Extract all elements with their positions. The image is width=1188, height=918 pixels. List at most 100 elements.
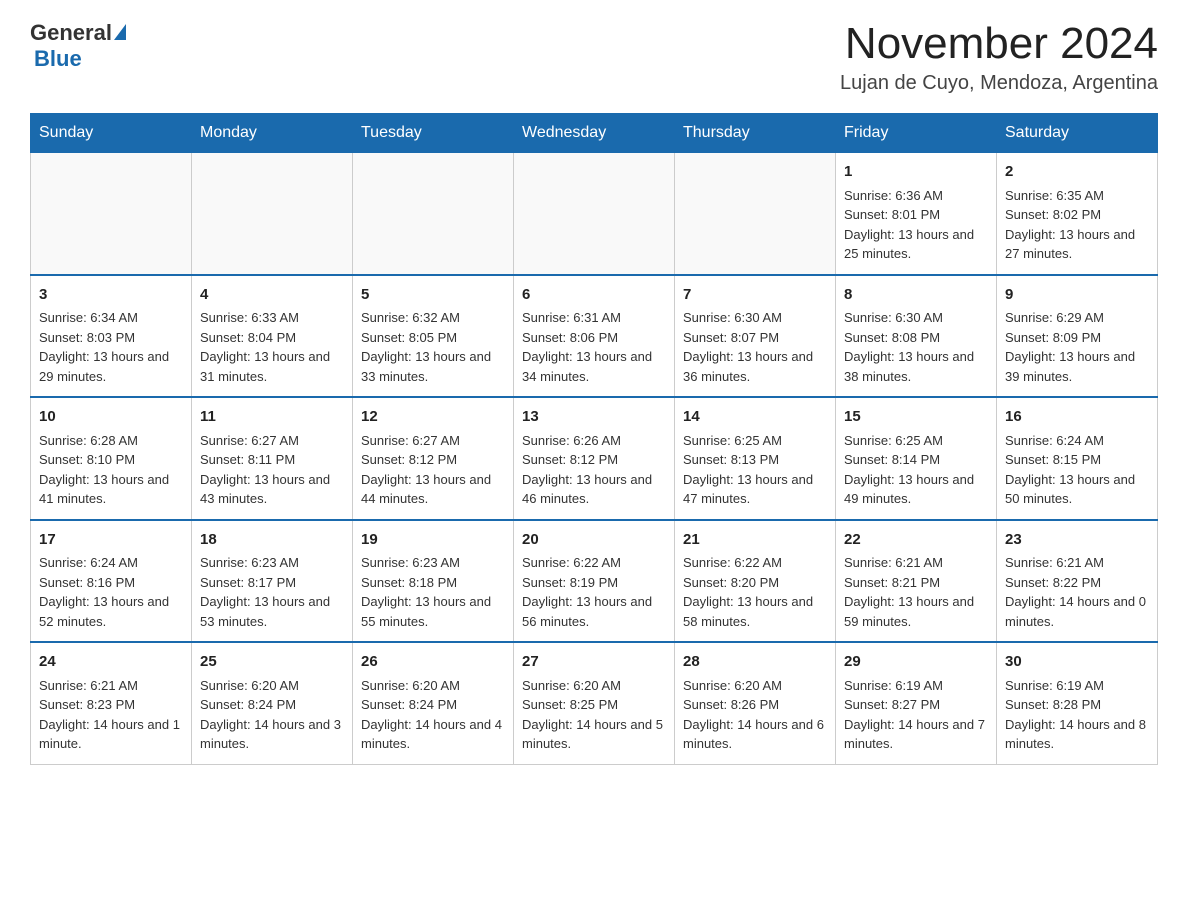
- calendar-cell: 11Sunrise: 6:27 AM Sunset: 8:11 PM Dayli…: [192, 397, 353, 520]
- day-info: Sunrise: 6:21 AM Sunset: 8:22 PM Dayligh…: [1005, 553, 1149, 631]
- day-info: Sunrise: 6:20 AM Sunset: 8:26 PM Dayligh…: [683, 676, 827, 754]
- calendar-week-row: 1Sunrise: 6:36 AM Sunset: 8:01 PM Daylig…: [31, 153, 1158, 275]
- location-title: Lujan de Cuyo, Mendoza, Argentina: [840, 72, 1158, 95]
- day-number: 22: [844, 529, 988, 552]
- day-info: Sunrise: 6:20 AM Sunset: 8:25 PM Dayligh…: [522, 676, 666, 754]
- day-number: 5: [361, 284, 505, 307]
- calendar-cell: 23Sunrise: 6:21 AM Sunset: 8:22 PM Dayli…: [997, 520, 1158, 643]
- day-info: Sunrise: 6:20 AM Sunset: 8:24 PM Dayligh…: [361, 676, 505, 754]
- day-info: Sunrise: 6:32 AM Sunset: 8:05 PM Dayligh…: [361, 308, 505, 386]
- day-number: 20: [522, 529, 666, 552]
- calendar-cell: 1Sunrise: 6:36 AM Sunset: 8:01 PM Daylig…: [836, 153, 997, 275]
- day-info: Sunrise: 6:19 AM Sunset: 8:27 PM Dayligh…: [844, 676, 988, 754]
- day-info: Sunrise: 6:27 AM Sunset: 8:11 PM Dayligh…: [200, 431, 344, 509]
- day-number: 26: [361, 651, 505, 674]
- day-info: Sunrise: 6:30 AM Sunset: 8:07 PM Dayligh…: [683, 308, 827, 386]
- logo: General Blue: [30, 20, 126, 72]
- day-number: 24: [39, 651, 183, 674]
- day-number: 27: [522, 651, 666, 674]
- day-info: Sunrise: 6:26 AM Sunset: 8:12 PM Dayligh…: [522, 431, 666, 509]
- month-title: November 2024: [840, 20, 1158, 68]
- day-number: 2: [1005, 161, 1149, 184]
- day-info: Sunrise: 6:23 AM Sunset: 8:18 PM Dayligh…: [361, 553, 505, 631]
- day-number: 11: [200, 406, 344, 429]
- day-number: 8: [844, 284, 988, 307]
- calendar-cell: [31, 153, 192, 275]
- day-info: Sunrise: 6:22 AM Sunset: 8:19 PM Dayligh…: [522, 553, 666, 631]
- calendar-cell: 25Sunrise: 6:20 AM Sunset: 8:24 PM Dayli…: [192, 642, 353, 764]
- day-number: 4: [200, 284, 344, 307]
- calendar-cell: 24Sunrise: 6:21 AM Sunset: 8:23 PM Dayli…: [31, 642, 192, 764]
- day-info: Sunrise: 6:20 AM Sunset: 8:24 PM Dayligh…: [200, 676, 344, 754]
- calendar-week-row: 10Sunrise: 6:28 AM Sunset: 8:10 PM Dayli…: [31, 397, 1158, 520]
- day-info: Sunrise: 6:25 AM Sunset: 8:13 PM Dayligh…: [683, 431, 827, 509]
- calendar-cell: [353, 153, 514, 275]
- calendar-cell: 27Sunrise: 6:20 AM Sunset: 8:25 PM Dayli…: [514, 642, 675, 764]
- day-info: Sunrise: 6:33 AM Sunset: 8:04 PM Dayligh…: [200, 308, 344, 386]
- calendar-cell: 20Sunrise: 6:22 AM Sunset: 8:19 PM Dayli…: [514, 520, 675, 643]
- calendar-week-row: 17Sunrise: 6:24 AM Sunset: 8:16 PM Dayli…: [31, 520, 1158, 643]
- calendar-cell: 18Sunrise: 6:23 AM Sunset: 8:17 PM Dayli…: [192, 520, 353, 643]
- calendar-cell: 4Sunrise: 6:33 AM Sunset: 8:04 PM Daylig…: [192, 275, 353, 398]
- day-number: 15: [844, 406, 988, 429]
- calendar-table: SundayMondayTuesdayWednesdayThursdayFrid…: [30, 113, 1158, 765]
- calendar-header-row: SundayMondayTuesdayWednesdayThursdayFrid…: [31, 114, 1158, 153]
- calendar-cell: 21Sunrise: 6:22 AM Sunset: 8:20 PM Dayli…: [675, 520, 836, 643]
- day-number: 19: [361, 529, 505, 552]
- day-info: Sunrise: 6:35 AM Sunset: 8:02 PM Dayligh…: [1005, 186, 1149, 264]
- calendar-cell: 5Sunrise: 6:32 AM Sunset: 8:05 PM Daylig…: [353, 275, 514, 398]
- calendar-cell: [192, 153, 353, 275]
- day-info: Sunrise: 6:34 AM Sunset: 8:03 PM Dayligh…: [39, 308, 183, 386]
- day-info: Sunrise: 6:25 AM Sunset: 8:14 PM Dayligh…: [844, 431, 988, 509]
- day-number: 13: [522, 406, 666, 429]
- calendar-week-row: 24Sunrise: 6:21 AM Sunset: 8:23 PM Dayli…: [31, 642, 1158, 764]
- day-number: 6: [522, 284, 666, 307]
- day-number: 10: [39, 406, 183, 429]
- logo-triangle-icon: [114, 24, 126, 40]
- day-info: Sunrise: 6:24 AM Sunset: 8:15 PM Dayligh…: [1005, 431, 1149, 509]
- calendar-cell: 9Sunrise: 6:29 AM Sunset: 8:09 PM Daylig…: [997, 275, 1158, 398]
- title-area: November 2024 Lujan de Cuyo, Mendoza, Ar…: [840, 20, 1158, 95]
- calendar-cell: 19Sunrise: 6:23 AM Sunset: 8:18 PM Dayli…: [353, 520, 514, 643]
- day-info: Sunrise: 6:19 AM Sunset: 8:28 PM Dayligh…: [1005, 676, 1149, 754]
- day-info: Sunrise: 6:24 AM Sunset: 8:16 PM Dayligh…: [39, 553, 183, 631]
- calendar-cell: 30Sunrise: 6:19 AM Sunset: 8:28 PM Dayli…: [997, 642, 1158, 764]
- day-info: Sunrise: 6:27 AM Sunset: 8:12 PM Dayligh…: [361, 431, 505, 509]
- day-number: 29: [844, 651, 988, 674]
- column-header-friday: Friday: [836, 114, 997, 153]
- day-info: Sunrise: 6:21 AM Sunset: 8:23 PM Dayligh…: [39, 676, 183, 754]
- calendar-cell: [514, 153, 675, 275]
- column-header-sunday: Sunday: [31, 114, 192, 153]
- calendar-cell: 6Sunrise: 6:31 AM Sunset: 8:06 PM Daylig…: [514, 275, 675, 398]
- calendar-cell: 22Sunrise: 6:21 AM Sunset: 8:21 PM Dayli…: [836, 520, 997, 643]
- calendar-cell: 3Sunrise: 6:34 AM Sunset: 8:03 PM Daylig…: [31, 275, 192, 398]
- column-header-tuesday: Tuesday: [353, 114, 514, 153]
- calendar-week-row: 3Sunrise: 6:34 AM Sunset: 8:03 PM Daylig…: [31, 275, 1158, 398]
- day-info: Sunrise: 6:22 AM Sunset: 8:20 PM Dayligh…: [683, 553, 827, 631]
- day-info: Sunrise: 6:31 AM Sunset: 8:06 PM Dayligh…: [522, 308, 666, 386]
- calendar-cell: 14Sunrise: 6:25 AM Sunset: 8:13 PM Dayli…: [675, 397, 836, 520]
- calendar-cell: 8Sunrise: 6:30 AM Sunset: 8:08 PM Daylig…: [836, 275, 997, 398]
- calendar-cell: 26Sunrise: 6:20 AM Sunset: 8:24 PM Dayli…: [353, 642, 514, 764]
- column-header-thursday: Thursday: [675, 114, 836, 153]
- day-number: 30: [1005, 651, 1149, 674]
- calendar-cell: 17Sunrise: 6:24 AM Sunset: 8:16 PM Dayli…: [31, 520, 192, 643]
- day-info: Sunrise: 6:21 AM Sunset: 8:21 PM Dayligh…: [844, 553, 988, 631]
- day-number: 3: [39, 284, 183, 307]
- calendar-cell: [675, 153, 836, 275]
- day-info: Sunrise: 6:23 AM Sunset: 8:17 PM Dayligh…: [200, 553, 344, 631]
- calendar-cell: 12Sunrise: 6:27 AM Sunset: 8:12 PM Dayli…: [353, 397, 514, 520]
- day-number: 12: [361, 406, 505, 429]
- day-info: Sunrise: 6:36 AM Sunset: 8:01 PM Dayligh…: [844, 186, 988, 264]
- day-info: Sunrise: 6:29 AM Sunset: 8:09 PM Dayligh…: [1005, 308, 1149, 386]
- day-number: 28: [683, 651, 827, 674]
- day-number: 21: [683, 529, 827, 552]
- page-header: General Blue November 2024 Lujan de Cuyo…: [30, 20, 1158, 95]
- day-number: 9: [1005, 284, 1149, 307]
- day-info: Sunrise: 6:28 AM Sunset: 8:10 PM Dayligh…: [39, 431, 183, 509]
- day-number: 17: [39, 529, 183, 552]
- calendar-cell: 10Sunrise: 6:28 AM Sunset: 8:10 PM Dayli…: [31, 397, 192, 520]
- calendar-cell: 28Sunrise: 6:20 AM Sunset: 8:26 PM Dayli…: [675, 642, 836, 764]
- day-number: 14: [683, 406, 827, 429]
- calendar-cell: 7Sunrise: 6:30 AM Sunset: 8:07 PM Daylig…: [675, 275, 836, 398]
